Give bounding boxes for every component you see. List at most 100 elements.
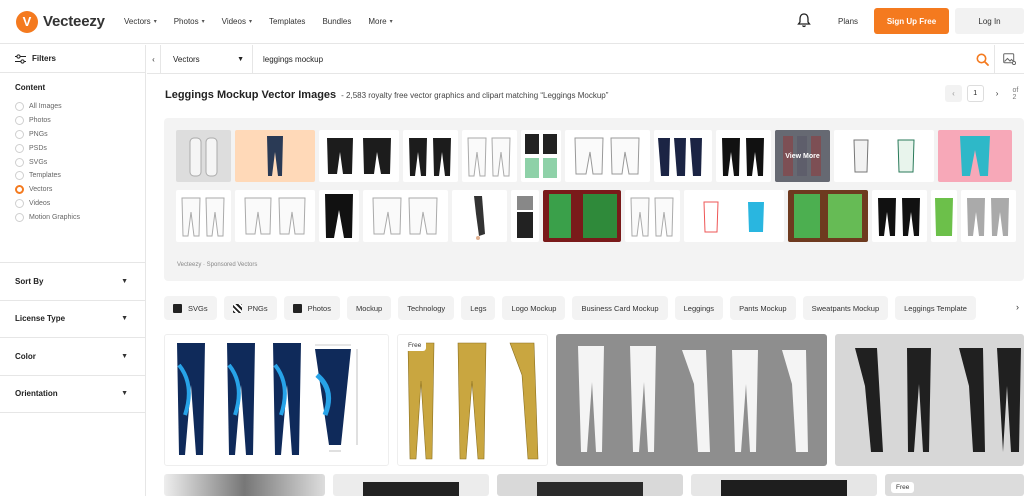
search-input[interactable]	[253, 46, 970, 72]
content-option[interactable]: Photos	[15, 114, 130, 128]
sponsored-thumbnail[interactable]	[684, 190, 784, 242]
search-type-select[interactable]: Vectors ▼	[161, 45, 253, 73]
result-card[interactable]: Free	[885, 474, 1024, 496]
page-number-input[interactable]: 1	[966, 85, 984, 102]
nav-templates[interactable]: Templates	[269, 17, 305, 26]
radio-button[interactable]	[15, 116, 24, 126]
nav-vectors[interactable]: Vectors ▾	[124, 17, 157, 26]
bell-icon[interactable]	[797, 13, 813, 29]
sponsored-thumbnail[interactable]	[543, 190, 621, 242]
sponsored-thumbnail[interactable]	[462, 130, 517, 182]
result-card[interactable]	[164, 474, 325, 496]
content-option[interactable]: PSDs	[15, 141, 130, 155]
sponsored-thumbnail[interactable]	[961, 190, 1016, 242]
image-search-icon[interactable]	[994, 45, 1024, 73]
radio-button[interactable]	[15, 212, 24, 222]
sponsored-thumbnail[interactable]	[931, 190, 957, 242]
black-leggings-mockup	[855, 348, 1021, 452]
chevron-right-icon[interactable]: ›	[1016, 302, 1024, 312]
sponsored-strip: View More Vecteezy · Sponsored Vectors	[164, 118, 1024, 281]
result-card[interactable]	[691, 474, 877, 496]
result-card[interactable]	[556, 334, 827, 466]
sponsored-thumbnail[interactable]	[452, 190, 507, 242]
sponsored-thumbnail[interactable]	[938, 130, 1012, 182]
tag-technology[interactable]: Technology	[398, 296, 455, 320]
radio-button-selected[interactable]	[15, 185, 24, 195]
tag-legs[interactable]: Legs	[461, 296, 496, 320]
tag-photos[interactable]: Photos	[283, 296, 340, 320]
result-card[interactable]	[497, 474, 683, 496]
tag-sweatpants-mockup[interactable]: Sweatpants Mockup	[802, 296, 889, 320]
sponsored-thumbnail[interactable]	[872, 190, 927, 242]
sponsored-thumbnail[interactable]	[176, 130, 231, 182]
sort-by-filter[interactable]: Sort By ▼	[0, 263, 145, 301]
tag-leggings[interactable]: Leggings	[674, 296, 724, 320]
sponsored-label: Vecteezy · Sponsored Vectors	[177, 262, 258, 268]
filter-label: Orientation	[15, 389, 58, 399]
sponsored-thumbnail[interactable]	[319, 190, 359, 242]
sponsored-thumbnail[interactable]	[565, 130, 650, 182]
license-type-filter[interactable]: License Type ▼	[0, 301, 145, 338]
nav-bundles[interactable]: Bundles	[322, 17, 351, 26]
sponsored-thumbnail[interactable]	[235, 130, 315, 182]
nav-label: More	[368, 17, 387, 26]
sponsored-thumbnail[interactable]	[654, 130, 712, 182]
prev-page-button[interactable]: ‹	[945, 85, 962, 102]
next-page-button[interactable]: ›	[988, 85, 1006, 102]
filters-header[interactable]: Filters	[0, 45, 145, 73]
tag-svgs[interactable]: SVGs	[164, 296, 217, 320]
log-in-button[interactable]: Log In	[955, 8, 1024, 34]
nav-photos[interactable]: Photos ▾	[174, 17, 205, 26]
sponsored-thumbnail[interactable]	[403, 130, 458, 182]
sponsored-thumbnail[interactable]	[834, 130, 934, 182]
sign-up-button[interactable]: Sign Up Free	[874, 8, 949, 34]
sliders-icon	[15, 53, 26, 64]
radio-button[interactable]	[15, 102, 24, 112]
tag-leggings-template[interactable]: Leggings Template	[895, 296, 976, 320]
tag-mockup[interactable]: Mockup	[346, 296, 392, 320]
tag-pngs[interactable]: PNGs	[223, 296, 277, 320]
radio-button[interactable]	[15, 129, 24, 139]
radio-button[interactable]	[15, 198, 24, 208]
tag-pants-mockup[interactable]: Pants Mockup	[730, 296, 796, 320]
result-card[interactable]	[333, 474, 489, 496]
content-option[interactable]: SVGs	[15, 155, 130, 169]
sponsored-thumbnail[interactable]	[363, 190, 448, 242]
result-card[interactable]	[835, 334, 1024, 466]
content-option[interactable]: All Images	[15, 100, 130, 114]
sponsored-thumbnail[interactable]	[788, 190, 868, 242]
vecteezy-logo[interactable]: V Vecteezy	[16, 10, 116, 33]
content-option[interactable]: PNGs	[15, 128, 130, 142]
content-option[interactable]: Motion Graphics	[15, 210, 130, 224]
result-card[interactable]: Free	[397, 334, 548, 466]
sponsored-thumbnail[interactable]	[235, 190, 315, 242]
filters-sidebar: Filters Content All Images Photos PNGs P…	[0, 45, 146, 496]
tag-business-card-mockup[interactable]: Business Card Mockup	[572, 296, 668, 320]
collapse-sidebar-button[interactable]: ‹	[147, 45, 161, 73]
sponsored-thumbnail[interactable]	[319, 130, 399, 182]
tag-label: Legs	[470, 303, 487, 313]
sponsored-thumbnail[interactable]	[521, 130, 561, 182]
result-card[interactable]	[164, 334, 389, 466]
sponsored-thumbnail[interactable]	[176, 190, 231, 242]
sponsored-thumbnail[interactable]	[511, 190, 539, 242]
content-option-selected[interactable]: Vectors	[15, 183, 130, 197]
radio-button[interactable]	[15, 171, 24, 181]
color-filter[interactable]: Color ▼	[0, 338, 145, 376]
radio-button[interactable]	[15, 157, 24, 167]
radio-button[interactable]	[15, 143, 24, 153]
plans-link[interactable]: Plans	[838, 17, 858, 26]
search-icon[interactable]	[970, 53, 994, 66]
chevron-right-icon: ›	[995, 89, 999, 98]
sponsored-thumbnail[interactable]	[625, 190, 680, 242]
sponsored-view-more[interactable]: View More	[775, 130, 830, 182]
content-option[interactable]: Videos	[15, 197, 130, 211]
content-option[interactable]: Templates	[15, 169, 130, 183]
option-label: Motion Graphics	[29, 213, 80, 221]
orientation-filter[interactable]: Orientation ▼	[0, 376, 145, 413]
nav-more[interactable]: More ▾	[368, 17, 392, 26]
search-type-label: Vectors	[173, 54, 200, 64]
tag-logo-mockup[interactable]: Logo Mockup	[502, 296, 566, 320]
nav-videos[interactable]: Videos ▾	[222, 17, 252, 26]
sponsored-thumbnail[interactable]	[716, 130, 771, 182]
